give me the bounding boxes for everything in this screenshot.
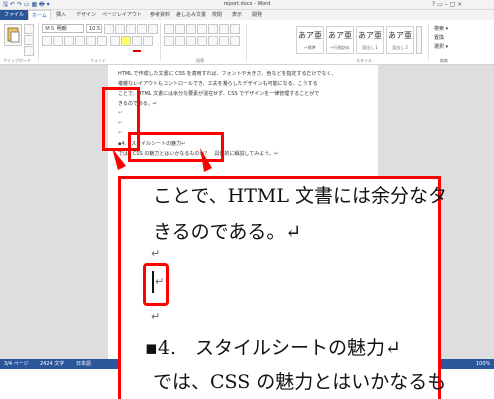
highlight-color-button[interactable]	[121, 36, 131, 46]
tab-mailings[interactable]: 差し込み文書	[176, 10, 206, 20]
sort-button[interactable]	[219, 24, 229, 34]
style-sample: あア亜	[388, 31, 412, 40]
paragraph-group-label: 段落	[196, 58, 204, 63]
word-count[interactable]: 2424 文字	[40, 359, 64, 369]
styles-more-button[interactable]	[416, 26, 422, 54]
doc-line: HTML で作成した文書に CSS を適用すれば、フォントや大きさ、色などを指定…	[118, 71, 337, 77]
strikethrough-button[interactable]	[75, 36, 85, 46]
style-label: 見出し 1	[362, 45, 378, 50]
format-painter-button[interactable]	[24, 46, 34, 56]
style-normal[interactable]: あア亜 ↵標準	[296, 26, 324, 54]
font-group-label: フォント	[90, 58, 106, 63]
title-bar: 🖫 ↶ ↷ ▭ ▦ 🖶 ▾ report.docx - Word ? ▭ – □…	[0, 0, 494, 10]
font-color-button[interactable]	[132, 36, 142, 52]
group-separator	[160, 23, 161, 61]
clear-format-button[interactable]	[137, 24, 147, 34]
editing-group-label: 編集	[440, 58, 448, 63]
tab-insert[interactable]: 挿入	[56, 10, 66, 20]
tab-developer[interactable]: 開発	[252, 10, 262, 20]
style-sample: あア亜	[298, 31, 322, 40]
style-sample: あア亜	[358, 31, 382, 40]
tab-design[interactable]: デザイン	[76, 10, 96, 20]
styles-group-label: スタイル	[356, 58, 372, 63]
subscript-button[interactable]	[86, 36, 96, 46]
window-controls[interactable]: ? ▭ – □ ×	[432, 0, 462, 9]
increase-indent-button[interactable]	[208, 24, 218, 34]
style-no-spacing[interactable]: あア亜 ↵行間詰め	[326, 26, 354, 54]
style-sample: あア亜	[328, 31, 352, 40]
change-case-button[interactable]	[126, 24, 136, 34]
zoom-line: ことで、HTML 文書には余分なタ	[153, 185, 448, 207]
style-label: ↵行間詰め	[330, 45, 350, 50]
replace-button[interactable]: 置換	[434, 34, 444, 41]
tab-references[interactable]: 参考資料	[150, 10, 170, 20]
language-indicator[interactable]: 日本語	[76, 359, 91, 369]
page-count[interactable]: 3/4 ページ	[4, 359, 29, 369]
align-left-button[interactable]	[164, 36, 174, 46]
zoom-level[interactable]: 100%	[476, 359, 490, 369]
group-separator	[38, 23, 39, 61]
zoom-line: では、CSS の魅力とはいかなるも	[153, 371, 447, 393]
style-heading-1[interactable]: あア亜 見出し 1	[356, 26, 384, 54]
show-marks-button[interactable]	[230, 24, 240, 34]
tab-file[interactable]: ファイル	[0, 10, 29, 20]
paste-button[interactable]	[4, 24, 22, 46]
text-effects-button[interactable]	[110, 36, 120, 46]
numbering-button[interactable]	[175, 24, 185, 34]
style-label: 見出し 2	[392, 45, 408, 50]
tab-review[interactable]: 校閲	[212, 10, 222, 20]
line-spacing-button[interactable]	[208, 36, 218, 46]
copy-button[interactable]	[24, 35, 34, 45]
tab-home[interactable]: ホーム	[28, 10, 51, 20]
paragraph-mark: ↵	[151, 247, 161, 260]
italic-button[interactable]	[53, 36, 63, 46]
align-right-button[interactable]	[186, 36, 196, 46]
paste-icon	[7, 27, 20, 43]
zoom-line: きるのである。↵	[153, 221, 302, 243]
decrease-indent-button[interactable]	[197, 24, 207, 34]
align-center-button[interactable]	[175, 36, 185, 46]
ribbon-tabs: ファイル ホーム 挿入 デザイン ページレイアウト 参考資料 差し込み文書 校閲…	[0, 10, 494, 20]
style-heading-2[interactable]: あア亜 見出し 2	[386, 26, 414, 54]
style-label: ↵標準	[304, 45, 316, 50]
borders-button[interactable]	[230, 36, 240, 46]
tab-view[interactable]: 表示	[232, 10, 242, 20]
shading-button[interactable]	[219, 36, 229, 46]
paragraph-mark: ↵	[155, 275, 165, 288]
bold-button[interactable]	[42, 36, 52, 46]
find-button[interactable]: 検索 ▾	[434, 25, 448, 32]
group-separator	[428, 23, 429, 61]
doc-line: ことで、HTML 文書には余分な要素が混在せず、CSS でデザインを一律管理する…	[118, 91, 320, 97]
select-button[interactable]: 選択 ▾	[434, 43, 448, 50]
tab-page-layout[interactable]: ページレイアウト	[102, 10, 142, 20]
group-separator	[246, 23, 247, 61]
paragraph-mark: ↵	[151, 310, 161, 323]
font-color-icon	[133, 50, 141, 52]
character-shading-button[interactable]	[143, 36, 153, 46]
window-title: report.docx - Word	[223, 1, 271, 7]
grow-font-button[interactable]	[104, 24, 114, 34]
phonetic-guide-button[interactable]	[148, 24, 158, 34]
multilevel-list-button[interactable]	[186, 24, 196, 34]
zoom-callout: ことで、HTML 文書には余分なタ きるのである。↵ ↵ ↵ ↵ ▪4. スタイ…	[118, 176, 447, 399]
font-name-select[interactable]: ＭＳ 明朝	[42, 24, 84, 33]
justify-button[interactable]	[197, 36, 207, 46]
underline-button[interactable]	[64, 36, 74, 46]
font-size-select[interactable]: 10.5	[86, 24, 102, 33]
text-cursor	[152, 271, 154, 293]
clipboard-group-label: クリップボード	[3, 58, 31, 63]
doc-line: 複雑なレイアウトもコントロールでき、工夫を凝らしたデザインも可能になる。こうする	[118, 81, 318, 87]
cut-button[interactable]	[24, 24, 34, 34]
bullets-button[interactable]	[164, 24, 174, 34]
ribbon: クリップボード ＭＳ 明朝 10.5 フォント 段落 あア亜 ↵標準 あア亜 ↵…	[0, 20, 494, 65]
shrink-font-button[interactable]	[115, 24, 125, 34]
superscript-button[interactable]	[97, 36, 107, 46]
zoom-heading: ▪4. スタイルシートの魅力↵	[145, 337, 401, 359]
